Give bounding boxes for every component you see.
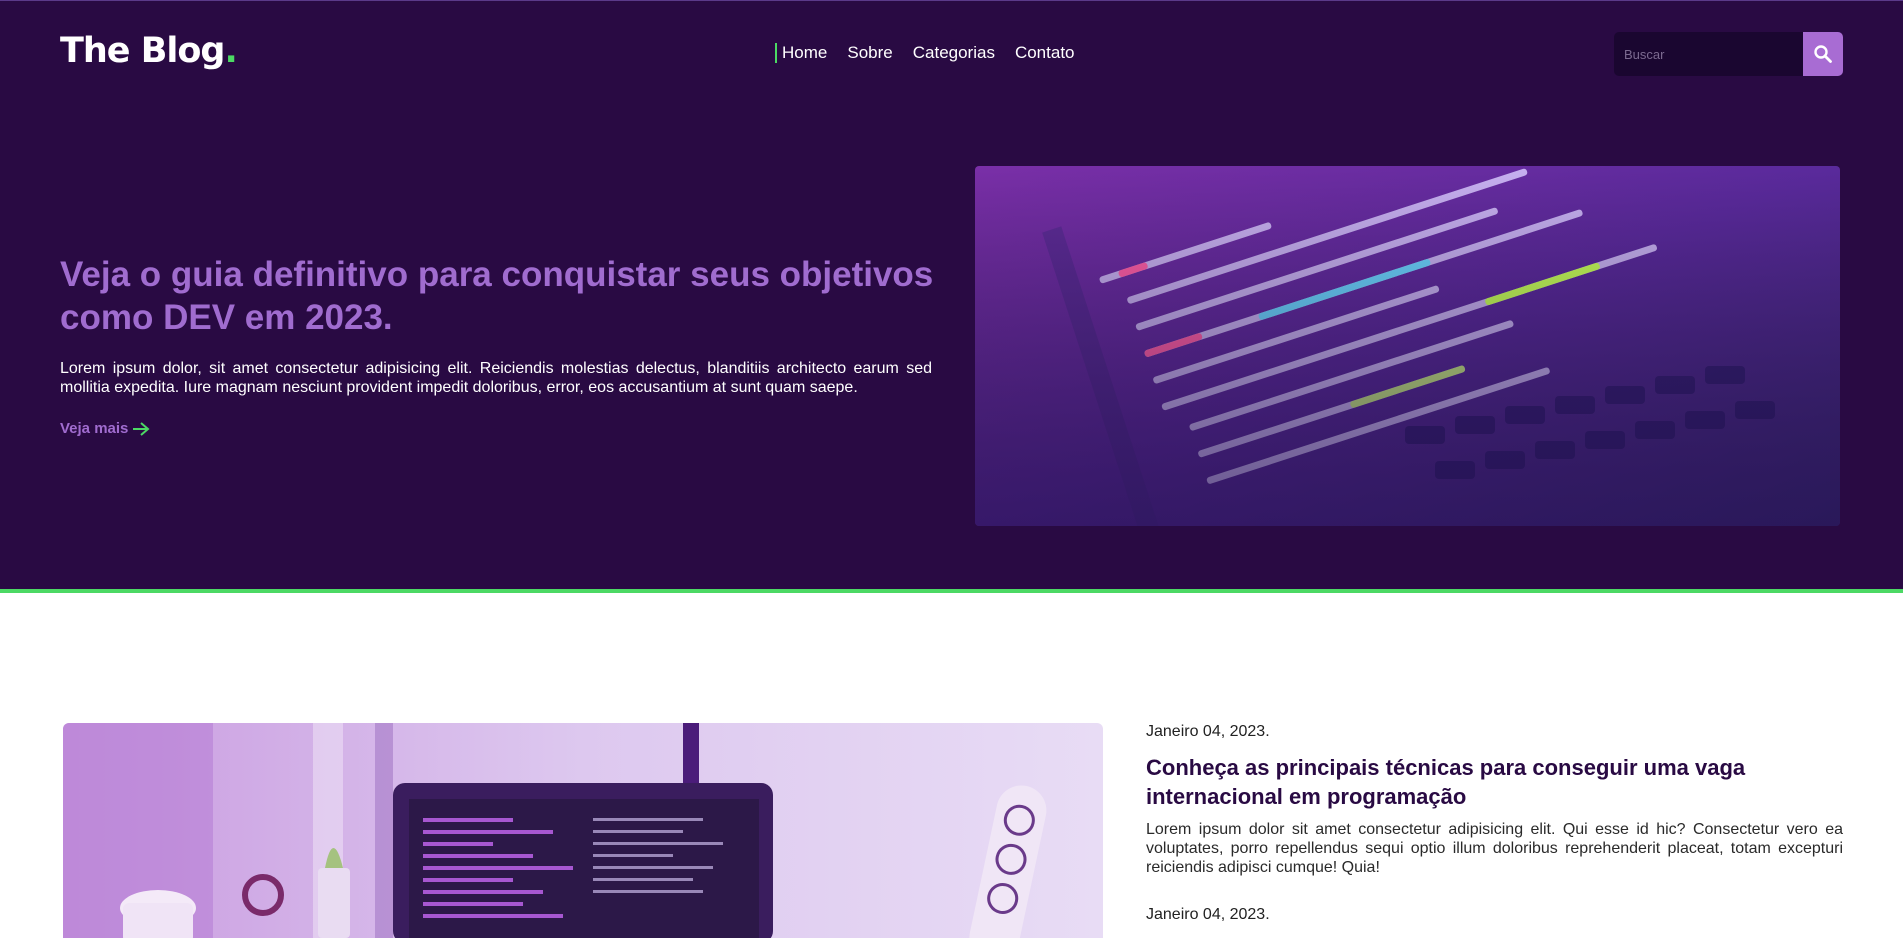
search-form: [1614, 32, 1843, 76]
logo-dot: .: [224, 31, 238, 71]
search-icon: [1814, 45, 1832, 63]
site-header: The Blog. Home Sobre Categorias Contato …: [0, 0, 1903, 590]
site-logo[interactable]: The Blog.: [60, 31, 238, 71]
post-title[interactable]: Conheça as principais técnicas para cons…: [1146, 753, 1846, 811]
post-image[interactable]: [63, 723, 1103, 938]
hero-title: Veja o guia definitivo para conquistar s…: [60, 255, 934, 337]
logo-text: The Blog: [60, 31, 225, 71]
search-input[interactable]: [1614, 32, 1803, 76]
main-nav: Home Sobre Categorias Contato: [775, 43, 1075, 63]
post-date: Janeiro 04, 2023.: [1146, 906, 1270, 923]
nav-sobre[interactable]: Sobre: [847, 43, 892, 63]
read-more-label: Veja mais: [60, 420, 129, 437]
nav-contato[interactable]: Contato: [1015, 43, 1075, 63]
post-excerpt: Lorem ipsum dolor sit amet consectetur a…: [1146, 821, 1843, 876]
nav-categorias[interactable]: Categorias: [913, 43, 995, 63]
hero-description: Lorem ipsum dolor, sit amet consectetur …: [60, 360, 932, 396]
hero-image: [975, 166, 1840, 526]
post-date: Janeiro 04, 2023.: [1146, 723, 1270, 740]
nav-home[interactable]: Home: [775, 43, 827, 63]
search-button[interactable]: [1803, 32, 1843, 76]
hero-read-more-link[interactable]: Veja mais: [60, 420, 150, 437]
arrow-right-icon: [133, 421, 150, 436]
header-divider: [0, 589, 1903, 593]
